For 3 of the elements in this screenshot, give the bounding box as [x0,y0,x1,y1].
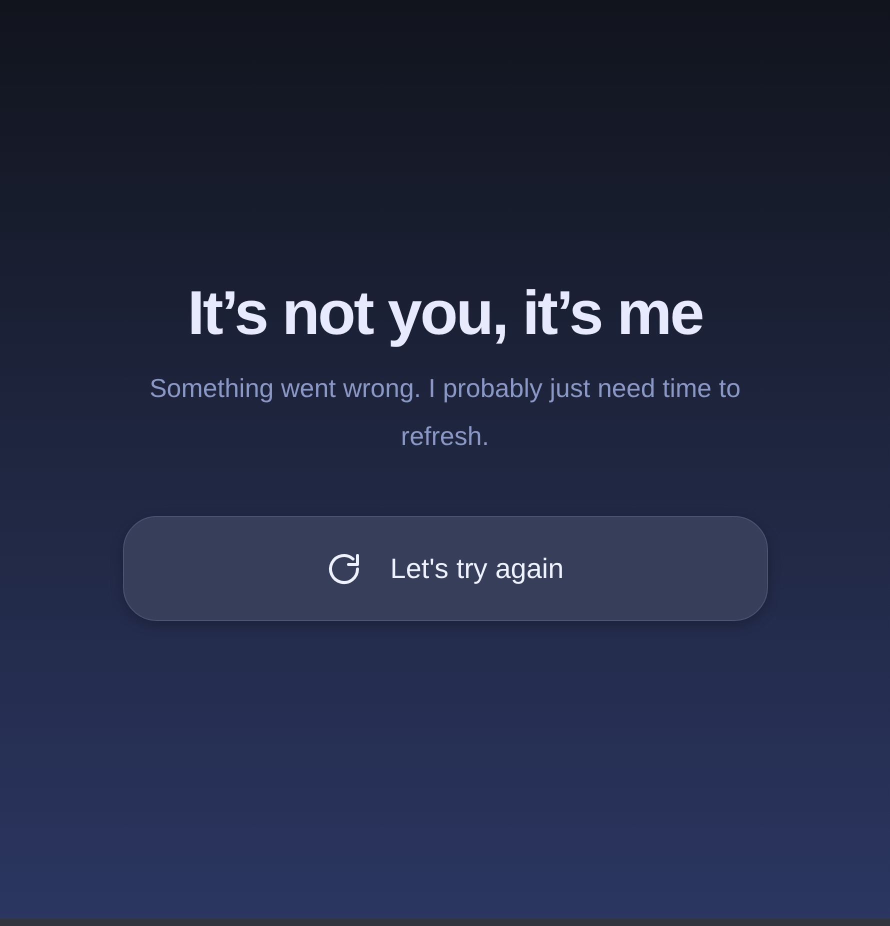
error-title: It’s not you, it’s me [188,278,702,350]
error-message: Something went wrong. I probably just need time to refresh. [148,372,742,453]
try-again-button[interactable]: Let's try again [122,516,768,621]
